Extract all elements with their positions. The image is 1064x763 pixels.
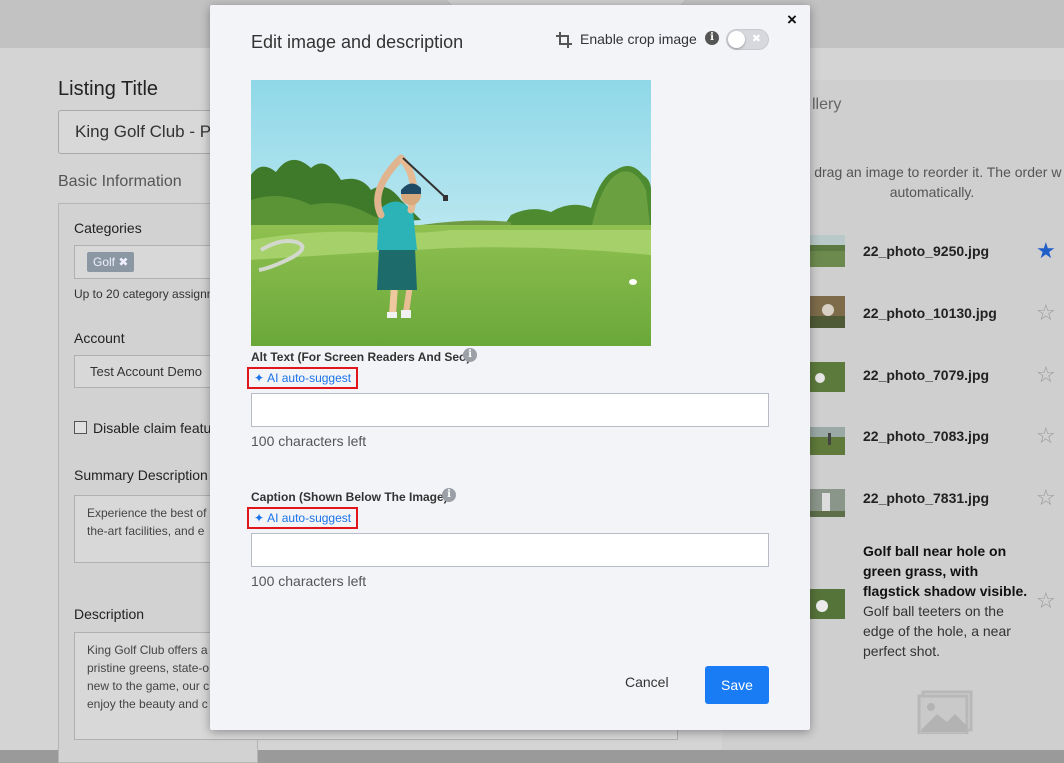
star-icon[interactable]: ☆ bbox=[1036, 590, 1056, 612]
gallery-thumbnail[interactable] bbox=[808, 235, 845, 267]
ai-suggest-label: AI auto-suggest bbox=[267, 511, 352, 525]
modal-title: Edit image and description bbox=[251, 32, 464, 52]
golfer-photo bbox=[251, 80, 651, 346]
info-icon[interactable]: i bbox=[442, 488, 456, 502]
info-icon[interactable]: i bbox=[463, 348, 477, 362]
toggle-off-icon: ✖ bbox=[751, 33, 761, 45]
toggle-knob bbox=[728, 31, 745, 48]
star-icon[interactable]: ☆ bbox=[1036, 425, 1056, 447]
gallery-title: llery bbox=[812, 96, 842, 113]
category-help-text: Up to 20 category assignm bbox=[74, 287, 217, 301]
caption-input[interactable] bbox=[251, 533, 769, 567]
disable-claim-label: Disable claim featu bbox=[93, 420, 212, 436]
alt-text-input[interactable] bbox=[251, 393, 769, 427]
save-button[interactable]: Save bbox=[705, 666, 769, 704]
gallery-item-name: 22_photo_9250.jpg bbox=[863, 243, 990, 259]
alt-text-chars-left: 100 characters left bbox=[251, 433, 367, 449]
star-icon[interactable]: ☆ bbox=[1036, 487, 1056, 509]
sparkle-icon: ✦ bbox=[254, 511, 265, 525]
image-placeholder-icon bbox=[917, 690, 973, 734]
crop-icon bbox=[556, 32, 572, 48]
gallery-caption-text: Golf ball teeters on the edge of the hol… bbox=[863, 603, 1011, 659]
gallery-caption-title: Golf ball near hole on green grass, with… bbox=[863, 543, 1028, 599]
disable-claim-option[interactable]: Disable claim featu bbox=[74, 420, 211, 436]
info-icon[interactable]: i bbox=[705, 31, 719, 45]
enable-crop-label: Enable crop image bbox=[580, 31, 697, 47]
gallery-thumbnail[interactable] bbox=[808, 427, 845, 455]
crop-toggle[interactable]: ✖ bbox=[726, 29, 769, 50]
star-icon[interactable]: ☆ bbox=[1036, 364, 1056, 386]
close-icon[interactable]: × bbox=[787, 10, 797, 30]
gallery-thumbnail[interactable] bbox=[808, 589, 845, 619]
summary-description-label: Summary Description bbox=[74, 467, 208, 483]
gallery-item-name: 22_photo_7079.jpg bbox=[863, 367, 990, 383]
caption-chars-left: 100 characters left bbox=[251, 573, 367, 589]
alt-text-ai-suggest-button[interactable]: ✦ AI auto-suggest bbox=[247, 367, 359, 389]
remove-tag-icon[interactable]: ✖ bbox=[118, 255, 128, 269]
basic-information-heading: Basic Information bbox=[58, 173, 182, 190]
description-label: Description bbox=[74, 606, 145, 622]
caption-ai-suggest-button[interactable]: ✦ AI auto-suggest bbox=[247, 507, 359, 529]
favorite-star-icon[interactable]: ★ bbox=[1036, 240, 1056, 262]
caption-label: Caption (Shown Below The Image) bbox=[251, 490, 448, 504]
categories-label: Categories bbox=[74, 220, 142, 236]
gallery-thumbnail[interactable] bbox=[808, 362, 845, 392]
category-tag[interactable]: Golf ✖ bbox=[87, 252, 135, 272]
star-icon[interactable]: ☆ bbox=[1036, 302, 1056, 324]
gallery-thumbnail[interactable] bbox=[808, 296, 845, 328]
gallery-thumbnail[interactable] bbox=[808, 489, 845, 517]
ai-suggest-label: AI auto-suggest bbox=[267, 371, 352, 385]
gallery-item-caption: Golf ball near hole on green grass, with… bbox=[863, 541, 1033, 661]
alt-text-label: Alt Text (For Screen Readers And Seo) bbox=[251, 350, 471, 364]
account-label: Account bbox=[74, 330, 125, 346]
gallery-help-text: d drag an image to reorder it. The order… bbox=[803, 164, 1062, 200]
sparkle-icon: ✦ bbox=[254, 371, 265, 385]
edit-image-modal: Edit image and description × Enable crop… bbox=[210, 5, 810, 730]
gallery-item-name: 22_photo_7083.jpg bbox=[863, 428, 990, 444]
gallery-item-name: 22_photo_7831.jpg bbox=[863, 490, 990, 506]
gallery-item-name: 22_photo_10130.jpg bbox=[863, 305, 997, 321]
category-tag-label: Golf bbox=[93, 255, 116, 269]
disable-claim-checkbox[interactable] bbox=[74, 421, 87, 434]
listing-title-label: Listing Title bbox=[58, 78, 159, 100]
cancel-button[interactable]: Cancel bbox=[625, 674, 669, 690]
